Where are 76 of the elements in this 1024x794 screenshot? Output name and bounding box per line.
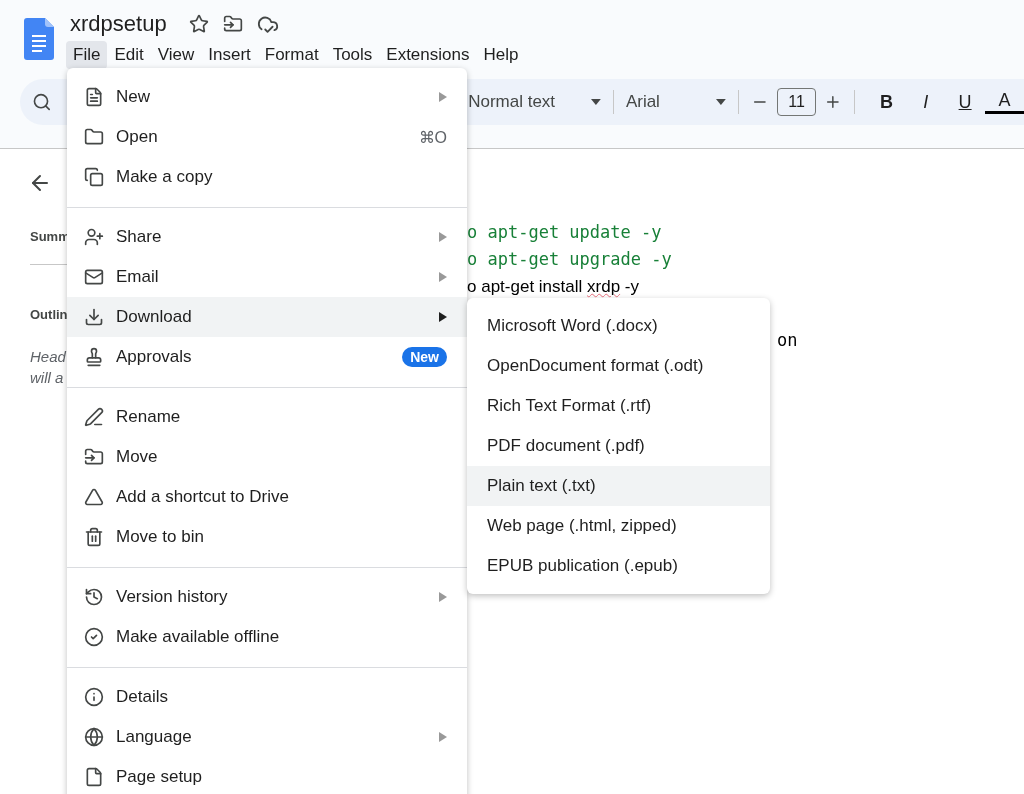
menu-item[interactable]: Details (67, 677, 467, 717)
dropdown-caret-icon (716, 99, 727, 105)
triangle-icon (84, 487, 104, 507)
folder-arrow-icon (84, 447, 104, 467)
star-icon[interactable] (188, 14, 209, 34)
document-line: o apt-get update -y (467, 221, 663, 244)
document-line: o apt-get upgrade -y (467, 248, 673, 271)
outline-hint: will a (30, 368, 65, 388)
submenu-arrow-icon (439, 92, 447, 102)
style-dropdown[interactable]: Normal text (468, 92, 586, 112)
submenu-item[interactable]: EPUB publication (.epub) (467, 546, 770, 586)
globe-icon (84, 727, 104, 747)
menu-bar-item[interactable]: Tools (325, 41, 380, 69)
submenu-item[interactable]: Microsoft Word (.docx) (467, 306, 770, 346)
format-button[interactable]: A (984, 90, 1024, 114)
menu-item[interactable]: Open ⌘O (67, 117, 467, 157)
outline-hint: Head (30, 347, 67, 367)
menu-item[interactable]: Approvals New (67, 337, 467, 377)
menu-item[interactable]: Move (67, 437, 467, 477)
person-add-icon (84, 227, 104, 247)
menu-bar-item[interactable]: Extensions (379, 41, 477, 69)
menu-item[interactable]: Version history (67, 577, 467, 617)
submenu-arrow-icon (439, 312, 447, 322)
menu-bar-item[interactable]: Insert (201, 41, 258, 69)
copy-icon (84, 167, 104, 187)
plus-icon[interactable] (824, 93, 842, 111)
mail-icon (84, 267, 104, 287)
menu-item[interactable]: Add a shortcut to Drive (67, 477, 467, 517)
format-button[interactable]: I (906, 91, 946, 113)
menu-item[interactable]: Email (67, 257, 467, 297)
outline-label: Outlin (30, 307, 69, 322)
submenu-item[interactable]: OpenDocument format (.odt) (467, 346, 770, 386)
document-line: o apt-get install xrdp -y (467, 276, 640, 298)
format-button[interactable]: U (945, 91, 985, 113)
check-circle-icon (84, 627, 104, 647)
submenu-item[interactable]: Plain text (.txt) (467, 466, 770, 506)
font-dropdown[interactable]: Arial (625, 92, 711, 112)
history-icon (84, 587, 104, 607)
info-icon (84, 687, 104, 707)
search-icon[interactable] (32, 92, 52, 112)
menu-item[interactable]: Rename (67, 397, 467, 437)
submenu-arrow-icon (439, 232, 447, 242)
submenu-arrow-icon (439, 592, 447, 602)
menu-bar-item[interactable]: View (150, 41, 202, 69)
menu-bar-item[interactable]: File (66, 41, 108, 69)
submenu-item[interactable]: Rich Text Format (.rtf) (467, 386, 770, 426)
menu-item[interactable]: Move to bin (67, 517, 467, 557)
download-icon (84, 307, 104, 327)
submenu-item[interactable]: PDF document (.pdf) (467, 426, 770, 466)
menu-item[interactable]: Language (67, 717, 467, 757)
menu-bar-item[interactable]: Edit (107, 41, 151, 69)
menu-item[interactable]: Page setup (67, 757, 467, 794)
menu-item[interactable]: Make a copy (67, 157, 467, 197)
document-icon (84, 87, 104, 107)
submenu-arrow-icon (439, 732, 447, 742)
format-button[interactable]: B (866, 91, 907, 113)
folder-icon (84, 127, 104, 147)
docs-logo[interactable] (24, 18, 54, 60)
menu-bar-item[interactable]: Help (476, 41, 526, 69)
document-title[interactable]: xrdpsetup (70, 11, 167, 37)
pen-icon (84, 407, 104, 427)
submenu-item[interactable]: Web page (.html, zipped) (467, 506, 770, 546)
menu-item[interactable]: New (67, 77, 467, 117)
menu-bar-item[interactable]: Format (257, 41, 326, 69)
document-line: on (777, 329, 798, 352)
stamp-icon (84, 347, 104, 367)
new-badge: New (402, 347, 447, 367)
menu-item[interactable]: Make available offline (67, 617, 467, 657)
submenu-arrow-icon (439, 272, 447, 282)
trash-icon (84, 527, 104, 547)
dropdown-caret-icon (591, 99, 601, 105)
file-icon (84, 767, 104, 787)
menu-item[interactable]: Share (67, 217, 467, 257)
font-size-field[interactable]: 11 (776, 88, 817, 116)
menu-item[interactable]: Download (67, 297, 467, 337)
move-folder-icon[interactable] (222, 14, 243, 34)
